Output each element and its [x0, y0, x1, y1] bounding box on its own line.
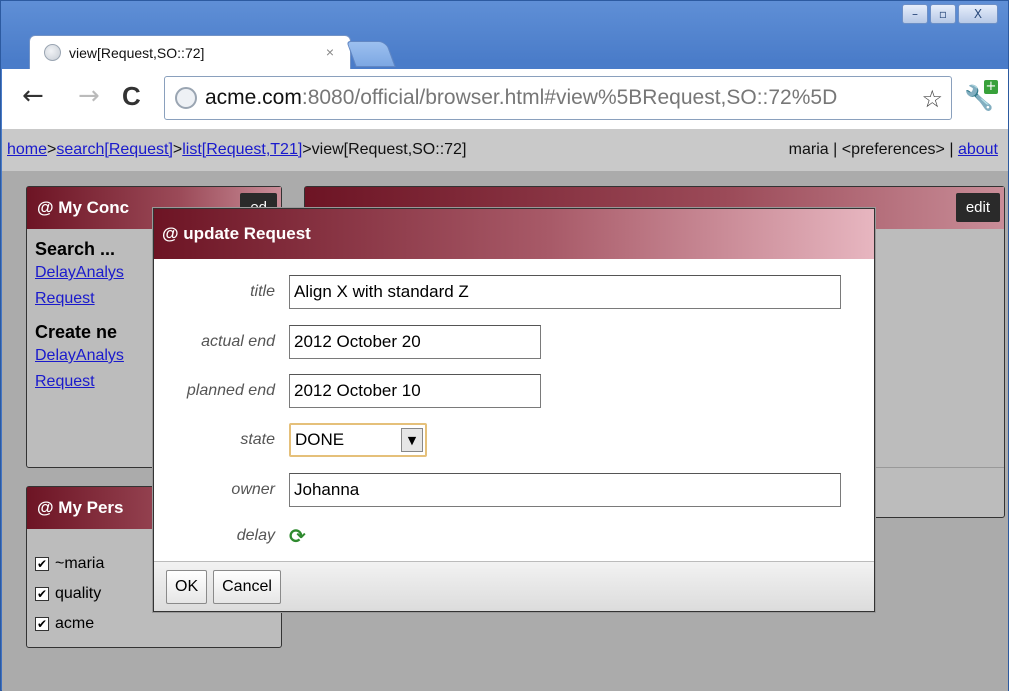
breadcrumb: home>search[Request]>list[Request,T21]>v… — [7, 141, 466, 159]
cancel-button[interactable]: Cancel — [213, 569, 281, 604]
delay-row: delay ⟳ — [154, 519, 874, 553]
window-controls: – ▫ X — [902, 4, 998, 24]
dialog-footer: OK Cancel — [154, 561, 874, 611]
request-edit-button[interactable]: edit — [955, 193, 1000, 222]
user-bar: maria | <preferences> | about — [789, 141, 998, 159]
user-bar-separator: | — [828, 141, 842, 158]
breadcrumb-search-link[interactable]: search[Request] — [56, 141, 173, 158]
planned-end-label: planned end — [186, 382, 275, 399]
state-row: state DONE ▼ — [154, 423, 874, 457]
breadcrumb-separator: > — [172, 141, 183, 158]
minimize-button[interactable]: – — [902, 4, 928, 24]
refresh-icon[interactable]: ⟳ — [289, 524, 306, 548]
actual-end-input[interactable]: 2012 October 20 — [289, 325, 541, 359]
perspective-item[interactable]: ✔ acme — [35, 609, 273, 639]
title-label: title — [250, 283, 275, 300]
breadcrumb-home-link[interactable]: home — [7, 141, 47, 158]
checkbox-checked-icon[interactable]: ✔ — [35, 617, 49, 631]
owner-row: owner Johanna — [154, 473, 874, 507]
new-tab-button[interactable] — [346, 41, 396, 67]
owner-label: owner — [231, 481, 275, 498]
url-host: acme.com — [205, 86, 302, 109]
ok-button[interactable]: OK — [166, 569, 208, 604]
state-value: DONE — [295, 430, 345, 449]
address-bar[interactable]: acme.com:8080/official/browser.html#view… — [164, 76, 952, 120]
forward-button[interactable]: → — [78, 83, 100, 109]
tab-title: view[Request,SO::72] — [69, 44, 205, 61]
planned-end-input[interactable]: 2012 October 10 — [289, 374, 541, 408]
perspective-label: acme — [55, 615, 95, 632]
back-button[interactable]: ← — [22, 83, 44, 109]
title-row: title Align X with standard Z — [154, 275, 874, 309]
update-badge-icon: + — [984, 79, 998, 94]
checkbox-checked-icon[interactable]: ✔ — [35, 587, 49, 601]
browser-window: – ▫ X view[Request,SO::72] × ← → C acme.… — [0, 0, 1009, 691]
user-bar-separator: | — [944, 141, 958, 158]
actual-end-label: actual end — [201, 333, 275, 350]
actual-end-row: actual end 2012 October 20 — [154, 325, 874, 359]
planned-end-row: planned end 2012 October 10 — [154, 374, 874, 408]
breadcrumb-separator: > — [47, 141, 57, 158]
page-icon — [175, 87, 197, 109]
title-input[interactable]: Align X with standard Z — [289, 275, 841, 309]
reload-button[interactable]: C — [122, 83, 141, 109]
delay-label: delay — [236, 527, 275, 544]
preferences-link[interactable]: <preferences> — [842, 141, 945, 158]
user-name: maria — [788, 141, 829, 158]
tab-close-icon[interactable]: × — [326, 44, 334, 60]
globe-icon — [44, 44, 61, 61]
breadcrumb-list-link[interactable]: list[Request,T21] — [182, 141, 302, 158]
browser-toolbar: ← → C acme.com:8080/official/browser.htm… — [2, 69, 1008, 129]
breadcrumb-current: view[Request,SO::72] — [311, 141, 467, 158]
bookmark-star-icon[interactable]: ☆ — [921, 85, 943, 113]
about-link[interactable]: about — [958, 141, 998, 158]
wrench-icon[interactable]: 🔧 + — [964, 80, 1000, 114]
browser-tab[interactable]: view[Request,SO::72] × — [29, 35, 351, 69]
perspective-label: quality — [55, 585, 102, 602]
top-bar: home>search[Request]>list[Request,T21]>v… — [2, 129, 1008, 171]
owner-input[interactable]: Johanna — [289, 473, 841, 507]
state-label: state — [240, 431, 275, 448]
dialog-title: @ update Request — [154, 209, 874, 259]
checkbox-checked-icon[interactable]: ✔ — [35, 557, 49, 571]
breadcrumb-separator: > — [302, 141, 312, 158]
window-close-button[interactable]: X — [958, 4, 998, 24]
url-path: :8080/official/browser.html#view%5BReque… — [301, 86, 838, 109]
state-select[interactable]: DONE ▼ — [289, 423, 427, 457]
dropdown-arrow-icon[interactable]: ▼ — [401, 428, 423, 452]
update-request-dialog: @ update Request title Align X with stan… — [153, 208, 875, 612]
perspective-label: ~maria — [55, 555, 105, 572]
maximize-button[interactable]: ▫ — [930, 4, 956, 24]
